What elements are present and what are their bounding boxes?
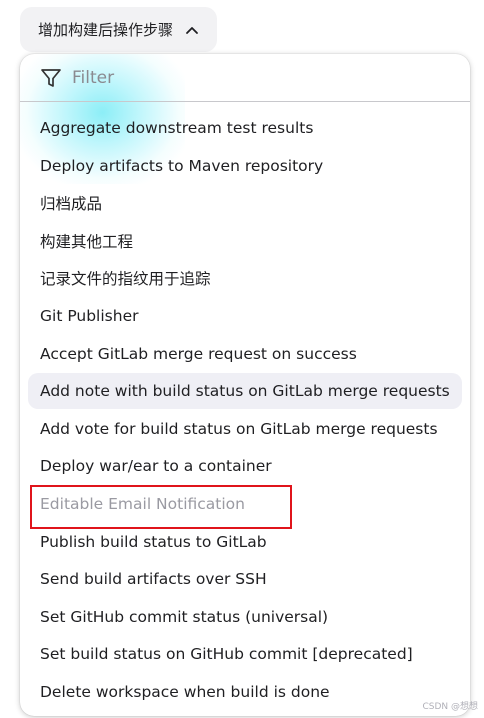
filter-row (20, 54, 470, 102)
dropdown-label: 增加构建后操作步骤 (38, 21, 174, 39)
menu-item: Editable Email Notification (40, 495, 245, 513)
chevron-up-icon (186, 26, 198, 34)
watermark: CSDN @想想 (422, 702, 478, 712)
menu-item[interactable]: Accept GitLab merge request on success (28, 336, 369, 372)
page: 增加构建后操作步骤 Aggregate downstream test resu… (0, 0, 484, 718)
menu-item[interactable]: Add note with build status on GitLab mer… (28, 373, 462, 409)
menu-item[interactable]: 记录文件的指纹用于追踪 (28, 260, 223, 296)
menu-item[interactable]: 归档成品 (28, 185, 114, 221)
menu-item[interactable]: Publish build status to GitLab (28, 524, 279, 560)
menu-item[interactable]: 构建其他工程 (28, 223, 145, 259)
filter-input[interactable] (72, 64, 452, 92)
menu-item[interactable]: Add vote for build status on GitLab merg… (28, 411, 450, 447)
menu-item[interactable]: Send build artifacts over SSH (28, 561, 279, 597)
menu-item[interactable]: Delete workspace when build is done (28, 674, 342, 710)
filter-icon (41, 69, 61, 87)
menu-item[interactable]: Aggregate downstream test results (28, 110, 325, 146)
add-post-build-step-button[interactable]: 增加构建后操作步骤 (20, 7, 218, 52)
post-build-step-menu: Aggregate downstream test resultsDeploy … (20, 54, 470, 716)
menu-item[interactable]: Deploy war/ear to a container (28, 448, 284, 484)
menu-item[interactable]: Set build status on GitHub commit [depre… (28, 636, 425, 672)
menu-item[interactable]: Deploy artifacts to Maven repository (28, 148, 335, 184)
menu-item[interactable]: Set GitHub commit status (universal) (28, 599, 340, 635)
menu-item[interactable]: Git Publisher (28, 298, 150, 334)
